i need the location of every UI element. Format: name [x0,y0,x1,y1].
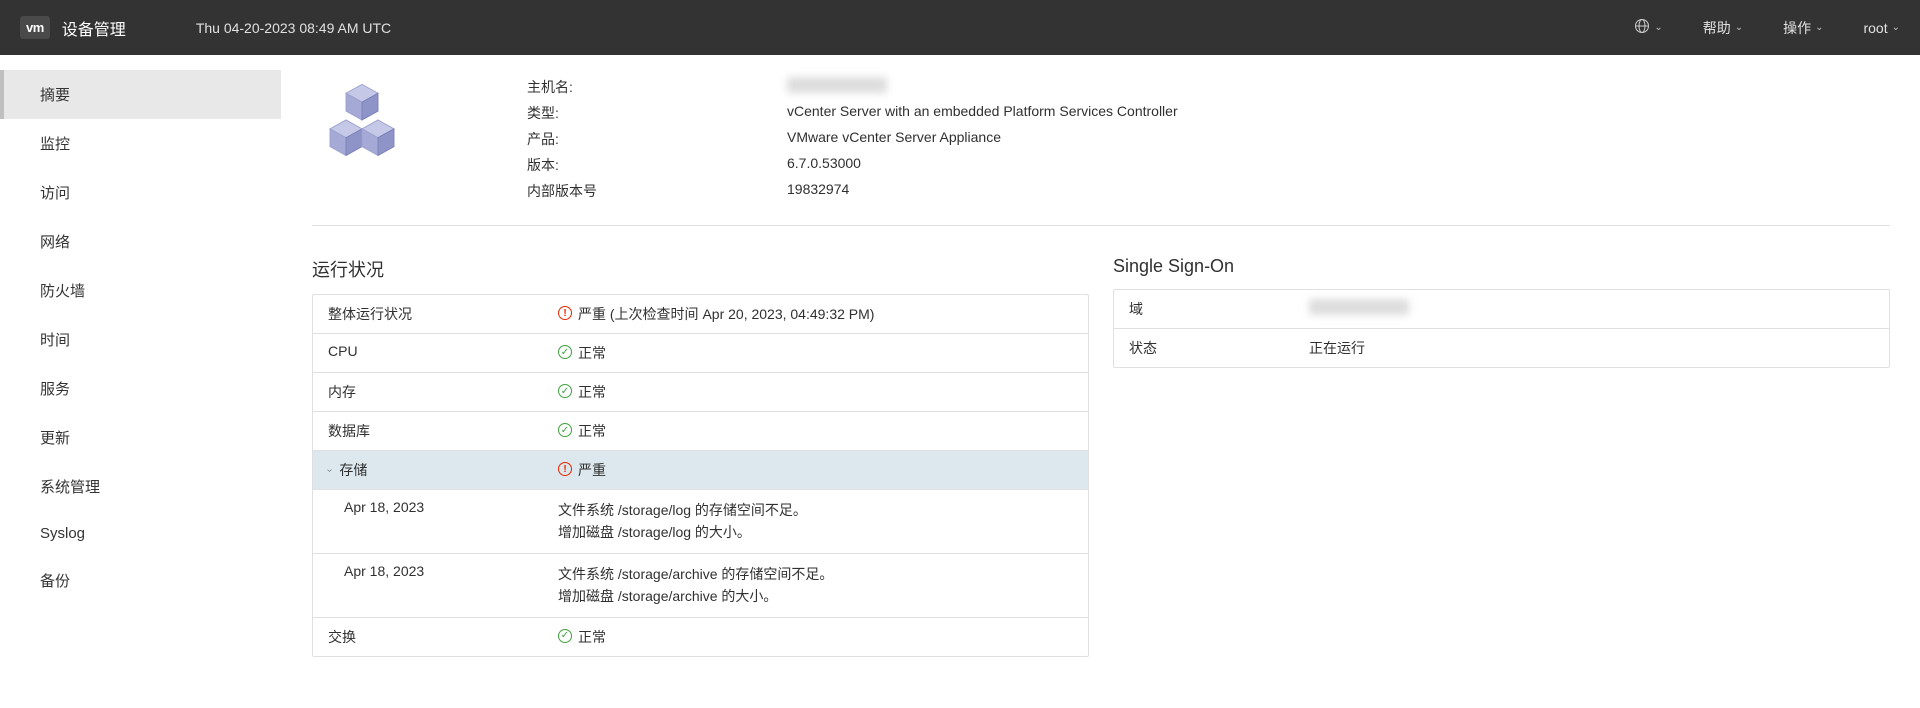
vmware-logo-icon: vm [20,16,50,39]
product-label: 产品: [527,129,787,149]
sidebar-item-syslog[interactable]: Syslog [0,511,281,556]
health-row-swap: 交换 ✓ 正常 [313,618,1088,656]
type-label: 类型: [527,103,787,123]
ok-status-icon: ✓ [558,345,572,359]
sso-row-domain: 域 ████████ [1114,290,1889,329]
overall-check-time: (上次检查时间 Apr 20, 2023, 04:49:32 PM) [606,306,874,322]
swap-status-text: 正常 [578,627,606,647]
sidebar-item-administration[interactable]: 系统管理 [0,462,281,511]
sidebar-item-services[interactable]: 服务 [0,364,281,413]
sidebar-item-firewall[interactable]: 防火墙 [0,266,281,315]
appliance-summary: 主机名: ████████ 类型: vCenter Server with an… [312,77,1890,226]
detail-message-line2: 增加磁盘 /storage/archive 的大小。 [558,585,1073,607]
product-value: VMware vCenter Server Appliance [787,129,1001,149]
actions-menu[interactable]: 操作 ⌄ [1783,18,1823,38]
sso-status-value: 正在运行 [1309,338,1874,358]
sso-title: Single Sign-On [1113,256,1890,277]
hostname-value: ████████ [787,77,887,97]
health-row-database: 数据库 ✓ 正常 [313,412,1088,451]
help-menu[interactable]: 帮助 ⌄ [1703,18,1743,38]
version-label: 版本: [527,155,787,175]
ok-status-icon: ✓ [558,384,572,398]
globe-icon [1634,18,1650,37]
ok-status-icon: ✓ [558,629,572,643]
sidebar-item-access[interactable]: 访问 [0,168,281,217]
database-status-text: 正常 [578,421,606,441]
health-title: 运行状况 [312,256,1089,282]
health-row-memory: 内存 ✓ 正常 [313,373,1088,412]
chevron-down-icon: ⌄ [1735,22,1743,33]
storage-label: 存储 [339,460,367,480]
sidebar-item-backup[interactable]: 备份 [0,556,281,605]
appliance-cubes-icon [322,77,412,167]
ok-status-icon: ✓ [558,423,572,437]
sso-status-label: 状态 [1129,338,1309,358]
main-content: 主机名: ████████ 类型: vCenter Server with an… [282,55,1920,708]
overall-health-label: 整体运行状况 [328,304,558,324]
overall-status-text: 严重 [578,306,606,322]
health-table: 整体运行状况 ! 严重 (上次检查时间 Apr 20, 2023, 04:49:… [312,294,1089,657]
chevron-down-icon: › [324,468,335,471]
cpu-label: CPU [328,343,558,359]
critical-status-icon: ! [558,306,572,320]
detail-message-line2: 增加磁盘 /storage/log 的大小。 [558,521,1073,543]
memory-label: 内存 [328,382,558,402]
storage-status-text: 严重 [578,460,606,480]
critical-status-icon: ! [558,462,572,476]
sidebar-item-monitor[interactable]: 监控 [0,119,281,168]
type-value: vCenter Server with an embedded Platform… [787,103,1178,123]
chevron-down-icon: ⌄ [1654,22,1662,33]
sidebar-item-networking[interactable]: 网络 [0,217,281,266]
sidebar-item-time[interactable]: 时间 [0,315,281,364]
hostname-label: 主机名: [527,77,787,97]
version-value: 6.7.0.53000 [787,155,861,175]
sidebar-item-update[interactable]: 更新 [0,413,281,462]
detail-message-line1: 文件系统 /storage/archive 的存储空间不足。 [558,563,1073,585]
memory-status-text: 正常 [578,382,606,402]
swap-label: 交换 [328,627,558,647]
health-row-cpu: CPU ✓ 正常 [313,334,1088,373]
chevron-down-icon: ⌄ [1815,22,1823,33]
health-panel: 运行状况 整体运行状况 ! 严重 (上次检查时间 Apr 20, 2023, 0… [312,256,1089,657]
build-value: 19832974 [787,181,849,201]
sso-table: 域 ████████ 状态 正在运行 [1113,289,1890,368]
detail-date: Apr 18, 2023 [328,499,558,515]
detail-message-line1: 文件系统 /storage/log 的存储空间不足。 [558,499,1073,521]
app-title: 设备管理 [62,16,126,40]
sso-row-status: 状态 正在运行 [1114,329,1889,367]
top-header: vm 设备管理 Thu 04-20-2023 08:49 AM UTC ⌄ 帮助… [0,0,1920,55]
health-row-storage[interactable]: › 存储 ! 严重 [313,451,1088,490]
sso-domain-label: 域 [1129,299,1309,319]
sidebar: 摘要 监控 访问 网络 防火墙 时间 服务 更新 系统管理 Syslog 备份 [0,55,282,708]
health-row-overall: 整体运行状况 ! 严重 (上次检查时间 Apr 20, 2023, 04:49:… [313,295,1088,334]
sso-domain-value: ████████ [1309,299,1874,319]
database-label: 数据库 [328,421,558,441]
cpu-status-text: 正常 [578,343,606,363]
build-label: 内部版本号 [527,181,787,201]
detail-date: Apr 18, 2023 [328,563,558,579]
sso-panel: Single Sign-On 域 ████████ 状态 正在运行 [1113,256,1890,657]
chevron-down-icon: ⌄ [1892,22,1900,33]
header-datetime: Thu 04-20-2023 08:49 AM UTC [196,20,391,36]
health-storage-detail-2: Apr 18, 2023 文件系统 /storage/archive 的存储空间… [313,554,1088,618]
language-menu[interactable]: ⌄ [1634,18,1662,37]
user-menu[interactable]: root ⌄ [1863,20,1900,36]
health-storage-detail-1: Apr 18, 2023 文件系统 /storage/log 的存储空间不足。 … [313,490,1088,554]
sidebar-item-summary[interactable]: 摘要 [0,70,281,119]
